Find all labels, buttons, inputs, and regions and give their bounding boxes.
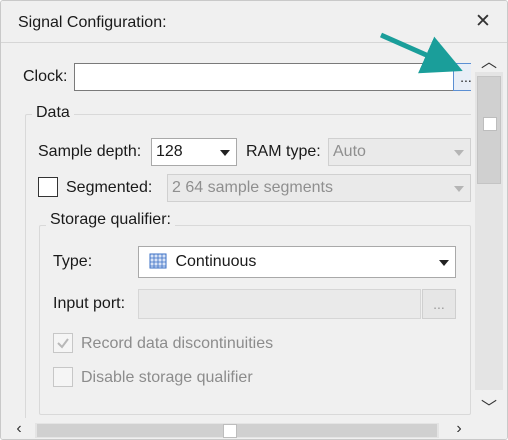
segments-select[interactable]: 2 64 sample segments — [167, 174, 471, 202]
input-port-label: Input port: — [53, 295, 126, 312]
vertical-scrollbar[interactable]: ︿ ﹀ — [471, 44, 507, 418]
horizontal-scrollbar[interactable]: ‹ › — [1, 418, 507, 439]
scroll-right-icon[interactable]: › — [447, 420, 471, 438]
signal-configuration-panel: Signal Configuration: ✕ Clock: ... Data … — [0, 0, 508, 440]
segments-value: 2 64 sample segments — [172, 179, 333, 196]
type-label: Type: — [53, 253, 93, 270]
checkmark-icon — [57, 338, 69, 349]
record-discontinuities-checkbox[interactable] — [53, 333, 73, 353]
storage-qualifier-title: Storage qualifier: — [46, 211, 175, 229]
type-value: Continuous — [175, 253, 257, 270]
input-port-browse-button[interactable]: ... — [422, 289, 456, 319]
sample-depth-select[interactable]: 128 — [151, 138, 237, 166]
chevron-down-icon — [439, 260, 449, 266]
scroll-left-icon[interactable]: ‹ — [7, 420, 31, 438]
close-icon[interactable]: ✕ — [471, 10, 495, 34]
sample-depth-value: 128 — [156, 143, 183, 160]
data-group-title: Data — [32, 104, 74, 122]
scroll-up-icon[interactable]: ︿ — [477, 48, 501, 72]
horizontal-scroll-thumb[interactable] — [37, 424, 437, 438]
ram-type-value: Auto — [333, 143, 366, 160]
record-discontinuities-label: Record data discontinuities — [81, 335, 274, 352]
continuous-pattern-icon — [149, 253, 167, 269]
vertical-scroll-thumb[interactable] — [477, 76, 501, 184]
chevron-down-icon — [454, 186, 464, 192]
input-port-field[interactable] — [138, 289, 421, 319]
scroll-down-icon[interactable]: ﹀ — [477, 394, 501, 418]
chevron-down-icon — [220, 150, 230, 156]
sample-depth-label: Sample depth: — [38, 143, 142, 160]
chevron-down-icon — [454, 150, 464, 156]
clock-label: Clock: — [23, 68, 68, 85]
disable-qualifier-checkbox[interactable] — [53, 367, 73, 387]
panel-content: Clock: ... Data Sample depth: 128 RAM ty… — [1, 44, 471, 418]
ram-type-label: RAM type: — [246, 143, 321, 160]
ram-type-select[interactable]: Auto — [328, 138, 471, 166]
dialog-title: Signal Configuration: — [18, 14, 167, 31]
segmented-label: Segmented: — [66, 179, 153, 196]
segmented-checkbox[interactable] — [38, 177, 58, 197]
annotation-arrow-icon — [379, 32, 463, 74]
disable-qualifier-label: Disable storage qualifier — [81, 369, 253, 386]
type-select[interactable]: Continuous — [138, 246, 456, 278]
